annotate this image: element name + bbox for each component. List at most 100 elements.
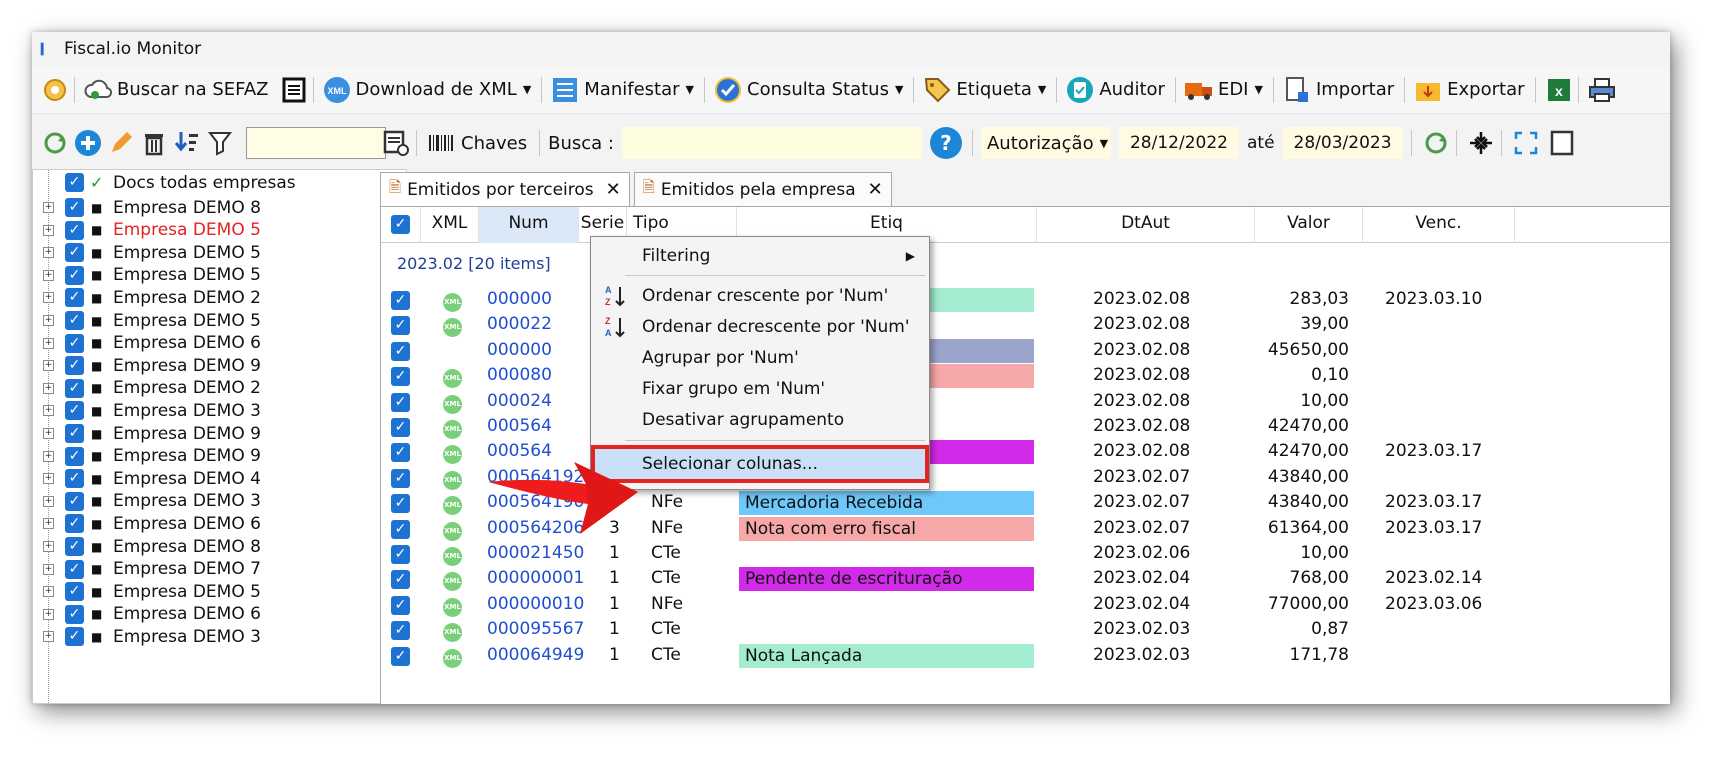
row-checkbox[interactable]: ✓ [391, 418, 410, 437]
settings-gear-icon[interactable] [40, 75, 70, 105]
expand-icon[interactable]: + [43, 450, 54, 462]
tree-item[interactable]: + ✓ ■ Empresa DEMO 6 [33, 602, 406, 627]
num-cell[interactable]: 000024 [487, 389, 552, 414]
tree-item[interactable]: + ✓ ■ Empresa DEMO 3 [33, 624, 406, 649]
expand-icon[interactable]: + [43, 292, 54, 304]
table-row[interactable]: ✓XML000080iscal2023.02.080,10 [381, 363, 1670, 389]
table-row[interactable]: ✓ XML 000021450 1 CTe 2023.02.06 10,00 [381, 541, 1670, 566]
edit-pencil-icon[interactable] [106, 127, 136, 159]
row-checkbox[interactable]: ✓ [391, 392, 410, 412]
excel-icon[interactable]: x [1544, 75, 1574, 105]
menu-item-sort-desc[interactable]: ZA Ordenar decrescente por 'Num' [591, 312, 929, 342]
tree-item[interactable]: + ✓ ■ Empresa DEMO 8 [33, 195, 406, 220]
tree-item[interactable]: + ✓ ■ Empresa DEMO 8 [33, 534, 406, 559]
tree-item[interactable]: + ✓ ■ Empresa DEMO 9 [33, 421, 406, 446]
expand-icon[interactable]: + [43, 473, 54, 485]
num-cell[interactable]: 000000 [487, 287, 552, 312]
num-cell[interactable]: 000000010 [487, 592, 584, 617]
close-icon[interactable]: ✕ [606, 179, 621, 200]
checkbox[interactable]: ✓ [65, 537, 84, 556]
menu-item-sort-asc[interactable]: AZ Ordenar crescente por 'Num' [591, 281, 929, 311]
tree-item[interactable]: + ✓ ■ Empresa DEMO 5 [33, 218, 406, 243]
xml-status-icon[interactable]: XML [443, 490, 462, 516]
etiqueta-button[interactable]: Etiqueta ▼ [922, 75, 1046, 105]
status-select[interactable]: Autorização ▼ [980, 127, 1111, 159]
xml-status-icon[interactable]: XML [443, 592, 462, 617]
column-header-venc[interactable]: Venc. [1363, 207, 1515, 243]
row-checkbox[interactable]: ✓ [391, 316, 410, 336]
menu-item-group-by[interactable]: Agrupar por 'Num' [591, 343, 929, 373]
consulta-status-button[interactable]: Consulta Status ▼ [713, 75, 903, 105]
expand-icon[interactable]: + [43, 224, 54, 236]
column-header-xml[interactable]: XML [421, 207, 479, 243]
num-cell[interactable]: 000095567 [487, 617, 584, 642]
table-row[interactable]: ✓ 000000 2023.02.08 45650,00 [381, 338, 1670, 363]
table-row[interactable]: ✓ XML 000064949 1 CTe Nota Lançada 2023.02.03 1… [381, 643, 1670, 668]
table-row[interactable]: ✓ XML 000000001 1 CTe Pendente de escrituraçã… [381, 566, 1670, 592]
printer-icon[interactable] [1587, 75, 1617, 105]
expand-icon[interactable]: + [43, 608, 54, 620]
menu-item-fix-group[interactable]: Fixar grupo em 'Num' [591, 374, 929, 404]
num-cell[interactable]: 000564 [487, 414, 552, 439]
filter-icon[interactable] [205, 127, 235, 159]
menu-item-disable-grouping[interactable]: Desativar agrupamento [591, 405, 929, 435]
collapse-arrows-icon[interactable] [1465, 127, 1497, 159]
row-checkbox[interactable]: ✓ [391, 519, 410, 539]
row-checkbox[interactable]: ✓ [391, 570, 410, 590]
table-row[interactable]: ✓XML000564escrituração2023.02.0842470,00… [381, 439, 1670, 465]
checkbox[interactable]: ✓ [65, 491, 84, 511]
download-xml-button[interactable]: XML Download de XML ▼ [322, 75, 531, 105]
xml-status-icon[interactable]: XML [443, 516, 462, 541]
xml-status-icon[interactable]: XML [443, 312, 462, 338]
tree-root[interactable]: ✓ ✓ Docs todas empresas [33, 170, 406, 195]
checkbox[interactable]: ✓ [65, 514, 84, 534]
tree-item[interactable]: + ✓ ■ Empresa DEMO 5 [33, 263, 406, 288]
xml-status-icon[interactable]: XML [443, 287, 462, 312]
num-cell[interactable]: 000564 [487, 439, 552, 464]
num-cell[interactable]: 000022 [487, 312, 552, 337]
row-checkbox[interactable]: ✓ [391, 595, 410, 615]
table-row[interactable]: ✓ XML 000024 2023.02.08 10,00 [381, 389, 1670, 414]
refresh-icon[interactable] [1420, 127, 1452, 159]
tree-item[interactable]: + ✓ ■ Empresa DEMO 5 [33, 579, 406, 604]
checkbox[interactable]: ✓ [65, 446, 84, 466]
tree-item[interactable]: + ✓ ■ Empresa DEMO 6 [33, 511, 406, 536]
checkbox[interactable]: ✓ [65, 378, 84, 398]
column-header-num[interactable]: Num [479, 207, 579, 243]
document-list-icon[interactable] [279, 75, 309, 105]
tab-emitidos-terceiros[interactable]: 🗎 Emitidos por terceiros ✕ [380, 172, 630, 206]
row-checkbox[interactable]: ✓ [391, 468, 410, 488]
table-row[interactable]: ✓ XML 000022 2023.02.08 39,00 [381, 312, 1670, 338]
group-header[interactable]: 2023.02 [20 items] [397, 254, 551, 273]
checkbox[interactable]: ✓ [65, 173, 84, 192]
chaves-toggle[interactable]: Chaves [425, 127, 527, 159]
tree-item[interactable]: + ✓ ■ Empresa DEMO 2 [33, 285, 406, 310]
column-header-valor[interactable]: Valor [1255, 207, 1363, 243]
tree-item[interactable]: + ✓ ■ Empresa DEMO 5 [33, 308, 406, 333]
expand-icon[interactable]: + [43, 495, 54, 507]
checkbox[interactable]: ✓ [65, 424, 84, 443]
expand-icon[interactable]: + [43, 541, 54, 552]
tree-item[interactable]: + ✓ ■ Empresa DEMO 4 [33, 466, 406, 491]
checkbox[interactable]: ✓ [65, 311, 84, 330]
auditor-button[interactable]: Auditor [1065, 75, 1165, 105]
checkbox[interactable]: ✓ [65, 627, 84, 647]
expand-icon[interactable]: + [43, 269, 54, 281]
table-row[interactable]: ✓ XML 000564 2023.02.08 42470,00 [381, 414, 1670, 439]
checkbox[interactable]: ✓ [65, 401, 84, 421]
edi-button[interactable]: EDI ▼ [1184, 75, 1263, 105]
tree-search-input[interactable] [246, 127, 386, 159]
menu-item-select-columns[interactable]: Selecionar colunas... [591, 445, 929, 483]
row-checkbox[interactable]: ✓ [391, 291, 410, 310]
select-all-header[interactable]: ✓ [381, 207, 421, 243]
num-cell[interactable]: 000000001 [487, 566, 584, 591]
checkbox[interactable]: ✓ [65, 288, 84, 308]
importar-button[interactable]: Importar [1282, 75, 1394, 105]
date-to-input[interactable]: 28/03/2023 [1282, 127, 1403, 159]
checkbox[interactable]: ✓ [65, 469, 84, 489]
checkbox[interactable]: ✓ [65, 582, 84, 602]
expand-icon[interactable]: + [43, 360, 54, 372]
refresh-icon[interactable] [40, 127, 70, 159]
row-checkbox[interactable]: ✓ [391, 443, 410, 463]
trash-icon[interactable] [139, 127, 169, 159]
